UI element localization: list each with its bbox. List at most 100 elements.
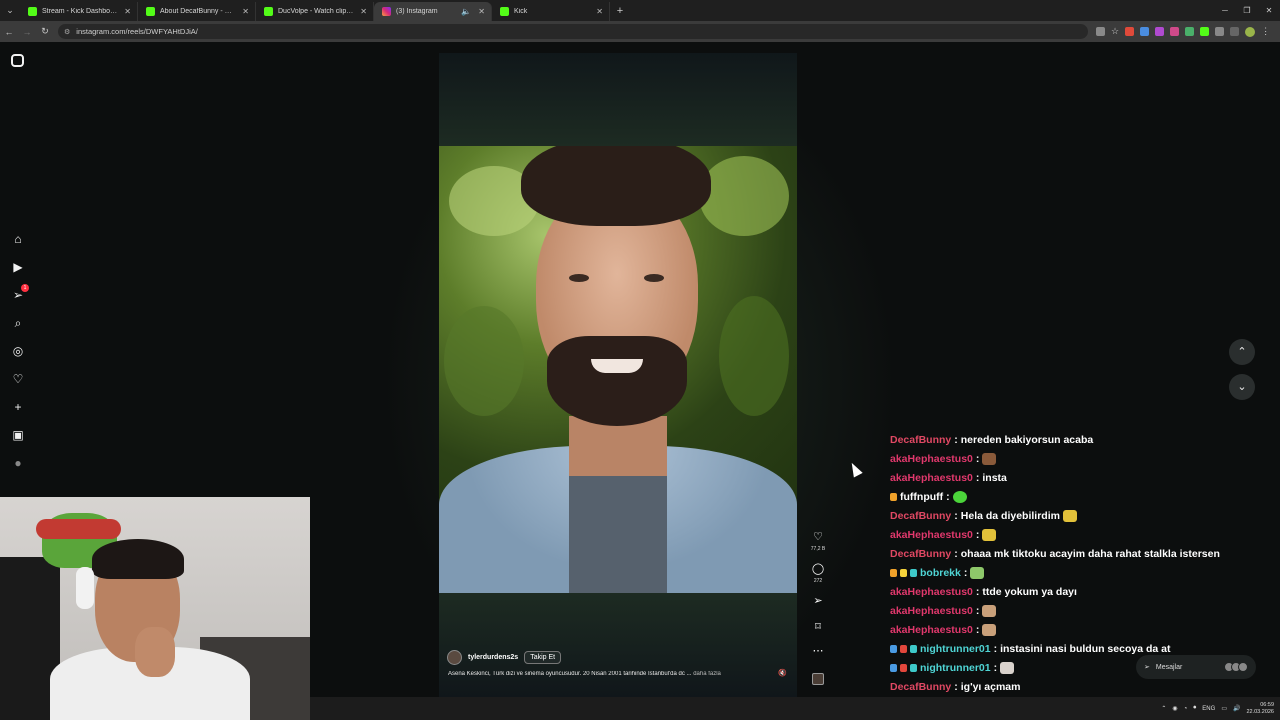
browser-menu-icon[interactable]: ⋮ [1261, 26, 1270, 37]
back-icon[interactable]: ← [0, 27, 18, 37]
chat-emote-icon [982, 529, 997, 541]
extension-icon[interactable] [1125, 27, 1135, 36]
language-indicator[interactable]: ENG [1202, 706, 1215, 712]
chat-message: fuffnpuff: [890, 491, 967, 503]
sidebar-toggle-icon[interactable] [1230, 27, 1240, 36]
browser-tab[interactable]: Stream - Kick Dashboard ✕ [20, 2, 138, 21]
chat-username[interactable]: akaHephaestus0 [890, 529, 973, 541]
like-icon[interactable]: ♡ [808, 530, 828, 543]
chat-message: akaHephaestus0: [890, 453, 997, 465]
more-options-icon[interactable]: ⋯ [808, 644, 828, 657]
chat-username[interactable]: akaHephaestus0 [890, 472, 973, 484]
reload-icon[interactable]: ↻ [36, 26, 54, 37]
home-icon[interactable]: ⌂ [11, 232, 25, 246]
new-tab-button[interactable]: + [610, 2, 630, 21]
chat-username[interactable]: bobrekk [920, 567, 961, 579]
tab-close-icon[interactable]: ✕ [242, 7, 249, 16]
chat-message: DecafBunny: nereden bakiyorsun acaba [890, 434, 1093, 446]
tab-audio-icon[interactable]: 🔈 [461, 7, 471, 16]
chat-emote-icon [982, 605, 997, 617]
author-name[interactable]: tylerdurdens2s [468, 654, 518, 661]
chat-username[interactable]: DecafBunny [890, 681, 951, 693]
messages-icon[interactable]: ➢ 1 [11, 284, 29, 302]
close-window-icon[interactable]: ✕ [1258, 0, 1280, 21]
instagram-logo-icon[interactable] [11, 54, 24, 67]
extension-icon[interactable] [1185, 27, 1195, 36]
minimize-icon[interactable]: ─ [1214, 0, 1236, 21]
save-bookmark-icon[interactable]: ⌑ [808, 620, 828, 633]
notifications-heart-icon[interactable]: ♡ [11, 372, 25, 386]
chat-username[interactable]: DecafBunny [890, 548, 951, 560]
streamer-hair [92, 539, 184, 579]
chat-badge-icon [890, 645, 897, 653]
chat-message: nightrunner01: instasini nasi buldun seco… [890, 643, 1170, 655]
wifi-icon[interactable]: ◔ [1184, 706, 1188, 712]
chat-username[interactable]: akaHephaestus0 [890, 624, 973, 636]
tray-app-icon[interactable]: ◉ [1172, 705, 1177, 712]
next-reel-button[interactable]: ⌄ [1229, 374, 1255, 400]
send-icon: ➢ [1144, 664, 1150, 671]
chat-username[interactable]: akaHephaestus0 [890, 453, 973, 465]
profile-avatar[interactable] [1245, 26, 1256, 37]
share-icon[interactable]: ➢ [808, 594, 828, 607]
site-info-icon[interactable]: ⚙ [64, 28, 70, 36]
search-icon[interactable]: ⌕ [11, 316, 25, 330]
url-field[interactable]: ⚙ instagram.com/reels/DWFYAHtDJiA/ [58, 24, 1088, 39]
tab-title: Stream - Kick Dashboard [42, 8, 119, 15]
create-plus-icon[interactable]: + [11, 400, 25, 414]
chat-badge-icon [890, 664, 897, 672]
browser-tab[interactable]: Kick ✕ [492, 2, 610, 21]
network-icon[interactable]: ▭ [1221, 705, 1227, 712]
reel-bottom-blur [439, 593, 797, 698]
author-avatar[interactable] [447, 650, 462, 665]
extension-icon[interactable] [1155, 27, 1165, 36]
reel-video[interactable] [439, 146, 797, 593]
comment-icon[interactable]: ◯ [808, 562, 828, 575]
chat-message: DecafBunny: ohaaa mk tiktoku acayim daha … [890, 548, 1220, 560]
audio-thumbnail[interactable] [812, 673, 824, 685]
profile-icon[interactable]: ● [11, 456, 25, 470]
chat-username[interactable]: DecafBunny [890, 434, 951, 446]
bookmark-star-icon[interactable]: ☆ [1111, 26, 1119, 37]
chat-username[interactable]: DecafBunny [890, 510, 951, 522]
chat-message: akaHephaestus0: [890, 605, 997, 617]
chat-message: nightrunner01: [890, 662, 1015, 674]
chat-username[interactable]: nightrunner01 [920, 662, 991, 674]
chat-text: Hela da diyebilirdim [960, 510, 1060, 522]
extension-icon[interactable] [1140, 27, 1150, 36]
chat-emote-icon [982, 624, 997, 636]
browser-tab[interactable]: DucVolpe - Watch clips on Kick ✕ [256, 2, 374, 21]
microphone-icon[interactable]: ⏺ [1193, 705, 1196, 712]
forward-icon[interactable]: → [18, 27, 36, 37]
tab-search-icon[interactable]: ⌄ [0, 0, 20, 21]
tab-close-icon[interactable]: ✕ [478, 7, 485, 16]
dashboard-icon[interactable]: ▣ [11, 428, 25, 442]
extension-icon[interactable] [1200, 27, 1210, 36]
explore-icon[interactable]: ◎ [11, 344, 25, 358]
clock[interactable]: 06:59 22.03.2026 [1246, 702, 1274, 716]
chat-username[interactable]: akaHephaestus0 [890, 605, 973, 617]
install-app-icon[interactable] [1096, 27, 1105, 36]
mute-icon[interactable]: 🔇 [778, 669, 787, 677]
extension-icon[interactable] [1170, 27, 1180, 36]
messages-pill[interactable]: ➢ Mesajlar [1136, 655, 1256, 679]
volume-icon[interactable]: 🔊 [1233, 705, 1240, 712]
chat-username[interactable]: nightrunner01 [920, 643, 991, 655]
tab-close-icon[interactable]: ✕ [360, 7, 367, 16]
reels-icon[interactable]: ▶ [11, 260, 25, 274]
caption-more-link[interactable]: daha fazla [693, 671, 721, 677]
previous-reel-button[interactable]: ⌃ [1229, 339, 1255, 365]
browser-tab[interactable]: About DecafBunny - Watch Live ✕ [138, 2, 256, 21]
restore-icon[interactable]: ❐ [1236, 0, 1258, 21]
browser-tab[interactable]: (3) Instagram 🔈 ✕ [374, 2, 492, 21]
follow-button[interactable]: Takip Et [524, 651, 562, 664]
extensions-puzzle-icon[interactable] [1215, 27, 1225, 36]
tray-chevron-icon[interactable]: ⌃ [1161, 705, 1166, 712]
kick-favicon-icon [146, 7, 155, 16]
tab-close-icon[interactable]: ✕ [124, 7, 131, 16]
windows-taskbar: ⌃ ◉ ◔ ⏺ ENG ▭ 🔊 06:59 22.03.2026 [310, 697, 1280, 720]
tab-close-icon[interactable]: ✕ [596, 7, 603, 16]
reel-player[interactable] [439, 53, 797, 698]
chat-username[interactable]: fuffnpuff [900, 491, 943, 503]
chat-username[interactable]: akaHephaestus0 [890, 586, 973, 598]
